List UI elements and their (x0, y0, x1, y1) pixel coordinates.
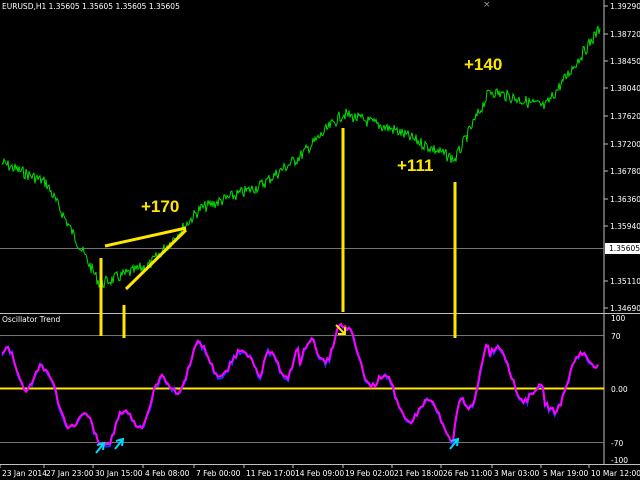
time-axis: 23 Jan 2014 27 Jan 23:00 30 Jan 15:00 4 Feb… (0, 464, 640, 478)
current-price-label: 1.35605 (609, 244, 640, 253)
price-tick-label: 1.38720 (610, 30, 640, 39)
oscillator-tick-label: 100 (611, 314, 626, 323)
price-tick-label: 1.35110 (610, 277, 640, 286)
price-tick-label: 1.35940 (610, 222, 640, 231)
time-tick-label: 3 Mar 03:00 (494, 469, 540, 478)
time-tick-label: 7 Feb 00:00 (196, 469, 241, 478)
oscillator-tick-label: 70 (611, 332, 621, 341)
time-tick-label: 27 Jan 23:00 (46, 469, 94, 478)
time-tick-label: 23 Jan 2014 (2, 469, 47, 478)
price-tick-label: 1.34690 (610, 304, 640, 313)
time-tick-label: 11 Feb 17:00 (246, 469, 295, 478)
close-icon[interactable]: × (483, 0, 491, 10)
annotation-plus-111: +111 (397, 156, 433, 175)
price-tick-label: 1.37620 (610, 112, 640, 121)
time-tick-label: 14 Feb 09:00 (295, 469, 344, 478)
price-tick-label: 1.36360 (610, 195, 640, 204)
price-axis: 1.39290 1.38720 1.38450 1.38040 1.37620 1.372… (604, 2, 640, 313)
time-tick-label: 30 Jan 15:00 (95, 469, 143, 478)
time-tick-label: 19 Feb 02:00 (345, 469, 394, 478)
indicator-title: Oscillator Trend (2, 315, 61, 324)
time-tick-label: 4 Feb 08:00 (145, 469, 190, 478)
symbol-header: EURUSD,H1 1.35605 1.35605 1.35605 1.3560… (2, 2, 180, 11)
oscillator-tick-label: 0.00 (611, 385, 628, 394)
time-tick-label: 10 Mar 12:00 (591, 469, 640, 478)
annotation-plus-170: +170 (141, 197, 179, 216)
price-tick-label: 1.38450 (610, 57, 640, 66)
trading-terminal: +170 +111 +140 EURUSD,H1 1.35605 1.35605… (0, 0, 640, 480)
time-tick-label: 5 Mar 19:00 (543, 469, 589, 478)
price-tick-label: 1.37200 (610, 140, 640, 149)
oscillator-tick-label: -100 (611, 456, 628, 465)
oscillator-axis: 100 70 0.00 -70 -100 (611, 314, 628, 465)
annotation-plus-140: +140 (464, 55, 502, 74)
time-tick-label: 21 Feb 18:00 (394, 469, 443, 478)
price-tick-label: 1.36780 (610, 167, 640, 176)
price-tick-label: 1.38040 (610, 84, 640, 93)
time-tick-label: 26 Feb 11:00 (443, 469, 492, 478)
price-tick-label: 1.39290 (610, 2, 640, 11)
oscillator-tick-label: -70 (611, 439, 623, 448)
